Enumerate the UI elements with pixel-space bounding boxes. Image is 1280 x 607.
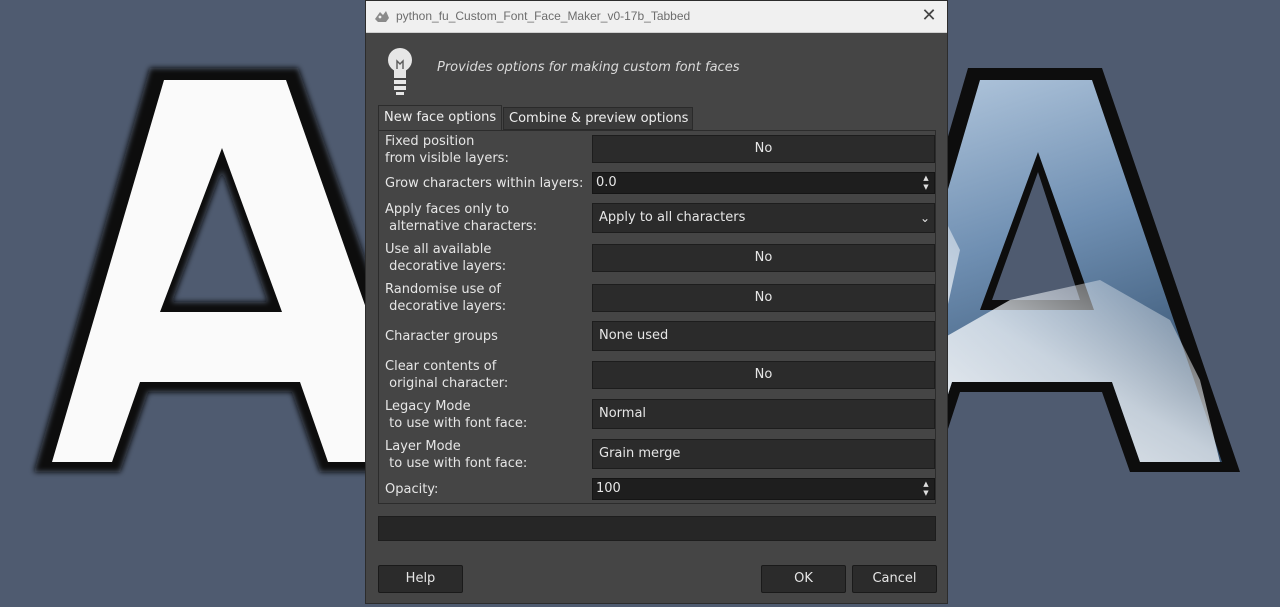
spin-up-icon[interactable]: ▲ xyxy=(920,480,932,489)
apply-faces-dropdown[interactable]: Apply to all characters ⌄ xyxy=(592,203,935,233)
character-groups-label: Character groups xyxy=(385,329,498,344)
legacy-mode-label: Legacy Mode to use with font face: xyxy=(385,399,528,431)
chevron-down-icon: ⌄ xyxy=(919,211,930,225)
lightbulb-icon xyxy=(388,48,412,95)
opacity-spinbox[interactable]: 100 ▲ ▼ xyxy=(592,478,935,500)
layer-mode-label: Layer Mode to use with font face: xyxy=(385,439,528,471)
new-face-options-panel: Fixed position from visible layers: No G… xyxy=(378,130,936,504)
spin-down-icon[interactable]: ▼ xyxy=(920,183,932,192)
help-button[interactable]: Help xyxy=(378,565,463,593)
use-all-decorative-toggle[interactable]: No xyxy=(592,244,935,272)
fixed-position-label: Fixed position from visible layers: xyxy=(385,134,509,166)
dialog-header: Provides options for making custom font … xyxy=(366,33,947,105)
spin-arrows[interactable]: ▲ ▼ xyxy=(920,480,932,498)
cancel-button[interactable]: Cancel xyxy=(852,565,937,593)
apply-faces-label: Apply faces only to alternative characte… xyxy=(385,202,538,234)
layer-mode-dropdown[interactable]: Grain merge xyxy=(592,439,935,469)
use-all-decorative-label: Use all available decorative layers: xyxy=(385,242,507,274)
randomise-decorative-toggle[interactable]: No xyxy=(592,284,935,312)
grow-characters-value: 0.0 xyxy=(596,175,617,190)
apply-faces-value: Apply to all characters xyxy=(599,210,746,225)
ok-button[interactable]: OK xyxy=(761,565,846,593)
legacy-mode-dropdown[interactable]: Normal xyxy=(592,399,935,429)
grow-characters-spinbox[interactable]: 0.0 ▲ ▼ xyxy=(592,172,935,194)
clear-contents-label: Clear contents of original character: xyxy=(385,359,509,391)
spin-down-icon[interactable]: ▼ xyxy=(920,489,932,498)
fixed-position-toggle[interactable]: No xyxy=(592,135,935,163)
grow-characters-label: Grow characters within layers: xyxy=(385,176,584,191)
dialog-description: Provides options for making custom font … xyxy=(437,60,740,75)
gimp-app-icon xyxy=(375,11,389,22)
legacy-mode-value: Normal xyxy=(599,406,647,421)
opacity-value: 100 xyxy=(596,481,621,496)
close-button[interactable]: ✕ xyxy=(915,3,943,29)
opacity-label: Opacity: xyxy=(385,482,439,497)
tab-combine-preview-options[interactable]: Combine & preview options xyxy=(503,107,693,130)
randomise-decorative-label: Randomise use of decorative layers: xyxy=(385,282,507,314)
spin-up-icon[interactable]: ▲ xyxy=(920,174,932,183)
tab-new-face-options[interactable]: New face options xyxy=(378,105,502,131)
window-title: python_fu_Custom_Font_Face_Maker_v0-17b_… xyxy=(396,9,691,23)
clear-contents-toggle[interactable]: No xyxy=(592,361,935,389)
spin-arrows[interactable]: ▲ ▼ xyxy=(920,174,932,192)
character-groups-value: None used xyxy=(599,328,669,343)
progress-bar xyxy=(378,516,936,541)
plugin-dialog: python_fu_Custom_Font_Face_Maker_v0-17b_… xyxy=(365,0,948,604)
character-groups-dropdown[interactable]: None used xyxy=(592,321,935,351)
layer-mode-value: Grain merge xyxy=(599,446,681,461)
title-bar: python_fu_Custom_Font_Face_Maker_v0-17b_… xyxy=(366,1,947,33)
